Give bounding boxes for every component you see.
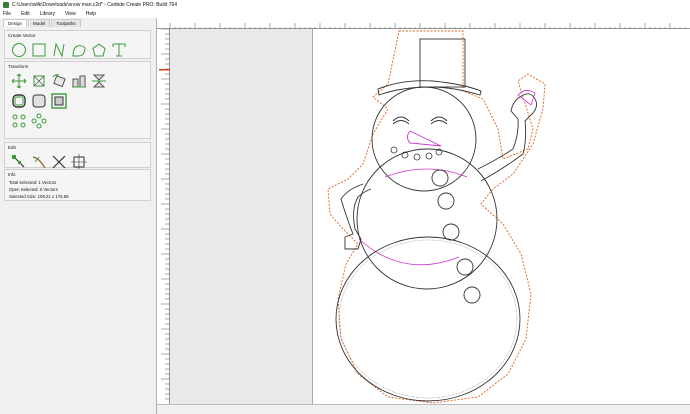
- snowman-middle: [356, 148, 498, 290]
- group-icon[interactable]: [9, 111, 29, 131]
- left-ruler[interactable]: [157, 28, 170, 404]
- status-bar: [157, 404, 690, 414]
- selected-edge: [358, 238, 460, 266]
- create-vector-title: Create Vector: [8, 33, 36, 38]
- menu-view[interactable]: View: [65, 11, 76, 17]
- bottom-inner: [338, 239, 518, 399]
- window-title: C:\Users\wilk\Downloads\snow man.c2d* - …: [12, 1, 178, 8]
- curve-icon[interactable]: [69, 40, 89, 60]
- menu-library[interactable]: Library: [40, 11, 55, 17]
- fillet-icon[interactable]: [29, 91, 49, 111]
- menu-edit[interactable]: Edit: [21, 11, 30, 17]
- polygon-icon[interactable]: [89, 40, 109, 60]
- align-icon[interactable]: [69, 71, 89, 91]
- design-canvas[interactable]: [170, 29, 690, 404]
- info-open-selected: Open Selected: 0 Vectors: [9, 187, 58, 192]
- rectangle-icon[interactable]: [29, 40, 49, 60]
- left-ruler-ticks: [159, 28, 170, 400]
- menu-file[interactable]: File: [3, 11, 11, 17]
- right-eye-inner: [430, 120, 448, 125]
- info-total-selected: Total Selected: 1 Vectors: [9, 180, 57, 185]
- title-bar: C:\Users\wilk\Downloads\snow man.c2d* - …: [0, 0, 690, 9]
- move-icon[interactable]: [9, 71, 29, 91]
- tab-model[interactable]: Model: [28, 19, 51, 27]
- transform-section: Transform: [4, 61, 151, 139]
- create-vector-section: Create Vector: [4, 30, 151, 59]
- edit-section: Edit: [4, 142, 151, 170]
- tab-toolpaths[interactable]: Toolpaths: [51, 19, 81, 27]
- snowman-drawing[interactable]: [313, 29, 690, 404]
- scale-icon[interactable]: [29, 71, 49, 91]
- join-icon[interactable]: [29, 111, 49, 131]
- app-logo-icon: [3, 1, 9, 8]
- polyline-icon[interactable]: [49, 40, 69, 60]
- rotate-icon[interactable]: [49, 71, 69, 91]
- menu-bar: File Edit Library View Help: [0, 9, 690, 18]
- offset-icon[interactable]: [9, 91, 29, 111]
- tab-design[interactable]: Design: [3, 19, 28, 27]
- ruler-marker: [159, 69, 170, 71]
- mirror-icon[interactable]: [89, 71, 109, 91]
- hat-brim: [377, 80, 482, 96]
- selected-neck: [384, 168, 468, 178]
- carrot-nose: [407, 130, 442, 147]
- boundary-icon[interactable]: [49, 91, 69, 111]
- left-panel: Design Model Toolpaths Create Vector Tra…: [0, 18, 157, 414]
- circle-icon[interactable]: [9, 40, 29, 60]
- material-stock[interactable]: [312, 29, 690, 404]
- hat-top: [419, 38, 466, 88]
- text-icon[interactable]: [109, 40, 129, 60]
- menu-help[interactable]: Help: [86, 11, 96, 17]
- right-mitten: [517, 90, 536, 106]
- transform-title: Transform: [8, 64, 29, 69]
- snowman-bottom: [335, 236, 521, 402]
- left-arm: [340, 183, 372, 250]
- mode-tabs: Design Model Toolpaths: [0, 18, 156, 27]
- info-title: Info: [8, 172, 16, 177]
- snowman-head: [371, 86, 477, 192]
- edit-title: Edit: [8, 145, 16, 150]
- top-ruler[interactable]: [157, 18, 690, 31]
- info-section: Info Total Selected: 1 Vectors Open Sele…: [4, 169, 151, 201]
- info-selected-size: Selected Size: 109.21 x 176.58: [9, 194, 69, 199]
- left-eye-inner: [392, 120, 410, 125]
